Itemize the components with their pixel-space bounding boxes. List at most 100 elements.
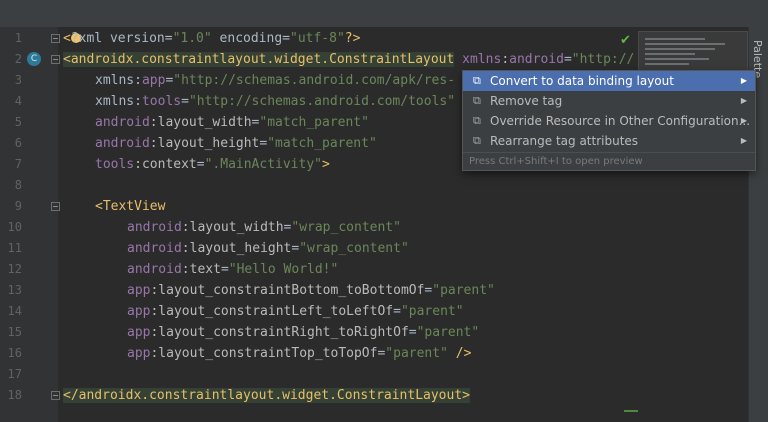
intention-menu-item[interactable]: ⧉ Remove tag ▶ bbox=[463, 91, 755, 111]
code-token: "utf-8" bbox=[290, 31, 345, 46]
line-number: 3 bbox=[14, 73, 22, 87]
code-token: <androidx.constraintlayout.widget.Constr… bbox=[63, 52, 455, 67]
code-token: :layout_constraintTop_toTopOf bbox=[150, 346, 378, 361]
code-line: 8 bbox=[0, 175, 768, 196]
code-text: xmlns:tools="http://schemas.android.com/… bbox=[95, 91, 455, 112]
line-number: 1 bbox=[14, 31, 22, 45]
code-token: = bbox=[393, 304, 401, 319]
code-text: app:layout_constraintBottom_toBottomOf="… bbox=[127, 280, 495, 301]
code-token: "http://schemas.android.com/apk/res- bbox=[173, 73, 456, 88]
intention-menu-item[interactable]: ⧉ Convert to data binding layout ▶ bbox=[463, 71, 755, 91]
intention-menu-item[interactable]: ⧉ Override Resource in Other Configuratio… bbox=[463, 111, 755, 131]
code-token: :context bbox=[134, 157, 197, 172]
line-number: 7 bbox=[14, 157, 22, 171]
code-token: "Hello World!" bbox=[228, 262, 339, 277]
line-number: 17 bbox=[7, 367, 22, 381]
refactor-icon: ⧉ bbox=[473, 134, 481, 147]
code-text: android:layout_width="match_parent" bbox=[95, 112, 369, 133]
submenu-arrow-icon: ▶ bbox=[740, 116, 747, 125]
code-token: :layout_constraintBottom_toBottomOf bbox=[150, 283, 425, 298]
refactor-icon: ⧉ bbox=[473, 74, 481, 87]
code-token: </androidx.constraintlayout.widget.Const… bbox=[63, 388, 470, 403]
intention-menu-item[interactable]: ⧉ Rearrange tag attributes ▶ bbox=[463, 131, 755, 151]
code-text: <TextView bbox=[95, 196, 165, 217]
code-token: "wrap_content" bbox=[291, 220, 401, 235]
code-line: 18 </androidx.constraintlayout.widget.Con… bbox=[0, 385, 768, 406]
fold-toggle-icon[interactable] bbox=[51, 391, 60, 400]
code-text: android:layout_width="wrap_content" bbox=[127, 217, 401, 238]
code-token: < bbox=[63, 31, 71, 46]
code-token: = bbox=[196, 157, 205, 172]
code-token: :layout_height bbox=[149, 136, 260, 151]
code-text: app:layout_constraintRight_toRightOf="pa… bbox=[127, 322, 479, 343]
code-token: android bbox=[127, 241, 182, 256]
code-text: <androidx.constraintlayout.widget.Constr… bbox=[63, 49, 634, 70]
fold-toggle-icon[interactable] bbox=[51, 202, 60, 211]
submenu-arrow-icon: ▶ bbox=[740, 76, 747, 85]
code-text: android:layout_height="match_parent" bbox=[95, 133, 377, 154]
code-text: android:text="Hello World!" bbox=[127, 259, 338, 280]
code-token: :layout_constraintLeft_toLeftOf bbox=[150, 304, 394, 319]
fold-toggle-icon[interactable] bbox=[51, 55, 60, 64]
preview-thumbnail[interactable] bbox=[638, 31, 748, 75]
code-line: 11 android:layout_height="wrap_content" bbox=[0, 238, 768, 259]
no-problems-check-icon: ✔ bbox=[620, 33, 631, 48]
code-token: app bbox=[127, 325, 151, 340]
code-token: xmlns: bbox=[95, 94, 142, 109]
line-number: 11 bbox=[7, 241, 22, 255]
fold-toggle-icon[interactable] bbox=[51, 34, 60, 43]
intention-menu-item-label: Rearrange tag attributes bbox=[490, 134, 639, 148]
code-token: = bbox=[181, 94, 189, 109]
code-text: android:layout_height="wrap_content" bbox=[127, 238, 409, 259]
code-token: app bbox=[127, 304, 151, 319]
code-token: android bbox=[509, 52, 564, 67]
code-token: "match_parent" bbox=[267, 136, 377, 151]
code-token: app bbox=[127, 283, 151, 298]
refactor-icon: ⧉ bbox=[473, 114, 481, 127]
code-line: 13 app:layout_constraintBottom_toBottomOf… bbox=[0, 280, 768, 301]
class-gutter-icon[interactable]: C bbox=[27, 52, 41, 66]
intention-menu-item-label: Convert to data binding layout bbox=[490, 74, 674, 88]
code-line: 14 app:layout_constraintLeft_toLeftOf="pa… bbox=[0, 301, 768, 322]
code-token: encoding= bbox=[211, 31, 290, 46]
status-marker bbox=[624, 410, 638, 412]
code-text: tools:context=".MainActivity"> bbox=[95, 154, 330, 175]
code-token: "parent" bbox=[416, 325, 480, 340]
code-token: app bbox=[127, 346, 151, 361]
line-number: 2 bbox=[14, 52, 22, 66]
code-token: > bbox=[322, 157, 330, 172]
intention-menu-item-label: Override Resource in Other Configuration… bbox=[490, 114, 751, 128]
code-line: 15 app:layout_constraintRight_toRightOf="… bbox=[0, 322, 768, 343]
code-token: android bbox=[127, 262, 182, 277]
code-text: <?xml version="1.0" encoding="utf-8"?> bbox=[63, 28, 360, 49]
code-token: ".MainActivity" bbox=[204, 157, 322, 172]
code-token: "http://schemas.android.com/tools" bbox=[188, 94, 456, 109]
code-token: :layout_height bbox=[181, 241, 292, 256]
code-line: 10 android:layout_width="wrap_content" bbox=[0, 217, 768, 238]
popup-hint: Press Ctrl+Shift+I to open preview bbox=[463, 152, 755, 170]
code-token: <TextView bbox=[95, 199, 166, 214]
code-token: = bbox=[563, 52, 572, 67]
code-token: xmlns bbox=[462, 52, 502, 67]
code-text: app:layout_constraintTop_toTopOf="parent… bbox=[127, 343, 471, 364]
code-token: :layout_width bbox=[181, 220, 284, 235]
code-token: :text bbox=[181, 262, 221, 277]
code-line: 17 bbox=[0, 364, 768, 385]
code-line: 12 android:text="Hello World!" bbox=[0, 259, 768, 280]
line-number: 5 bbox=[14, 115, 22, 129]
code-token: "1.0" bbox=[172, 31, 212, 46]
line-number: 4 bbox=[14, 94, 22, 108]
code-token: tools bbox=[95, 157, 135, 172]
code-token: = bbox=[220, 262, 229, 277]
code-token: /> bbox=[447, 346, 472, 361]
line-number: 13 bbox=[7, 283, 22, 297]
line-number: 8 bbox=[14, 178, 22, 192]
code-token: "parent" bbox=[385, 346, 448, 361]
code-token: "parent" bbox=[432, 283, 495, 298]
code-token: android bbox=[95, 136, 150, 151]
code-text: </androidx.constraintlayout.widget.Const… bbox=[63, 385, 470, 406]
intention-actions-popup: ⧉ Convert to data binding layout ▶ ⧉ Remove … bbox=[462, 70, 756, 171]
code-token: tools bbox=[141, 94, 182, 109]
code-token: android bbox=[127, 220, 182, 235]
